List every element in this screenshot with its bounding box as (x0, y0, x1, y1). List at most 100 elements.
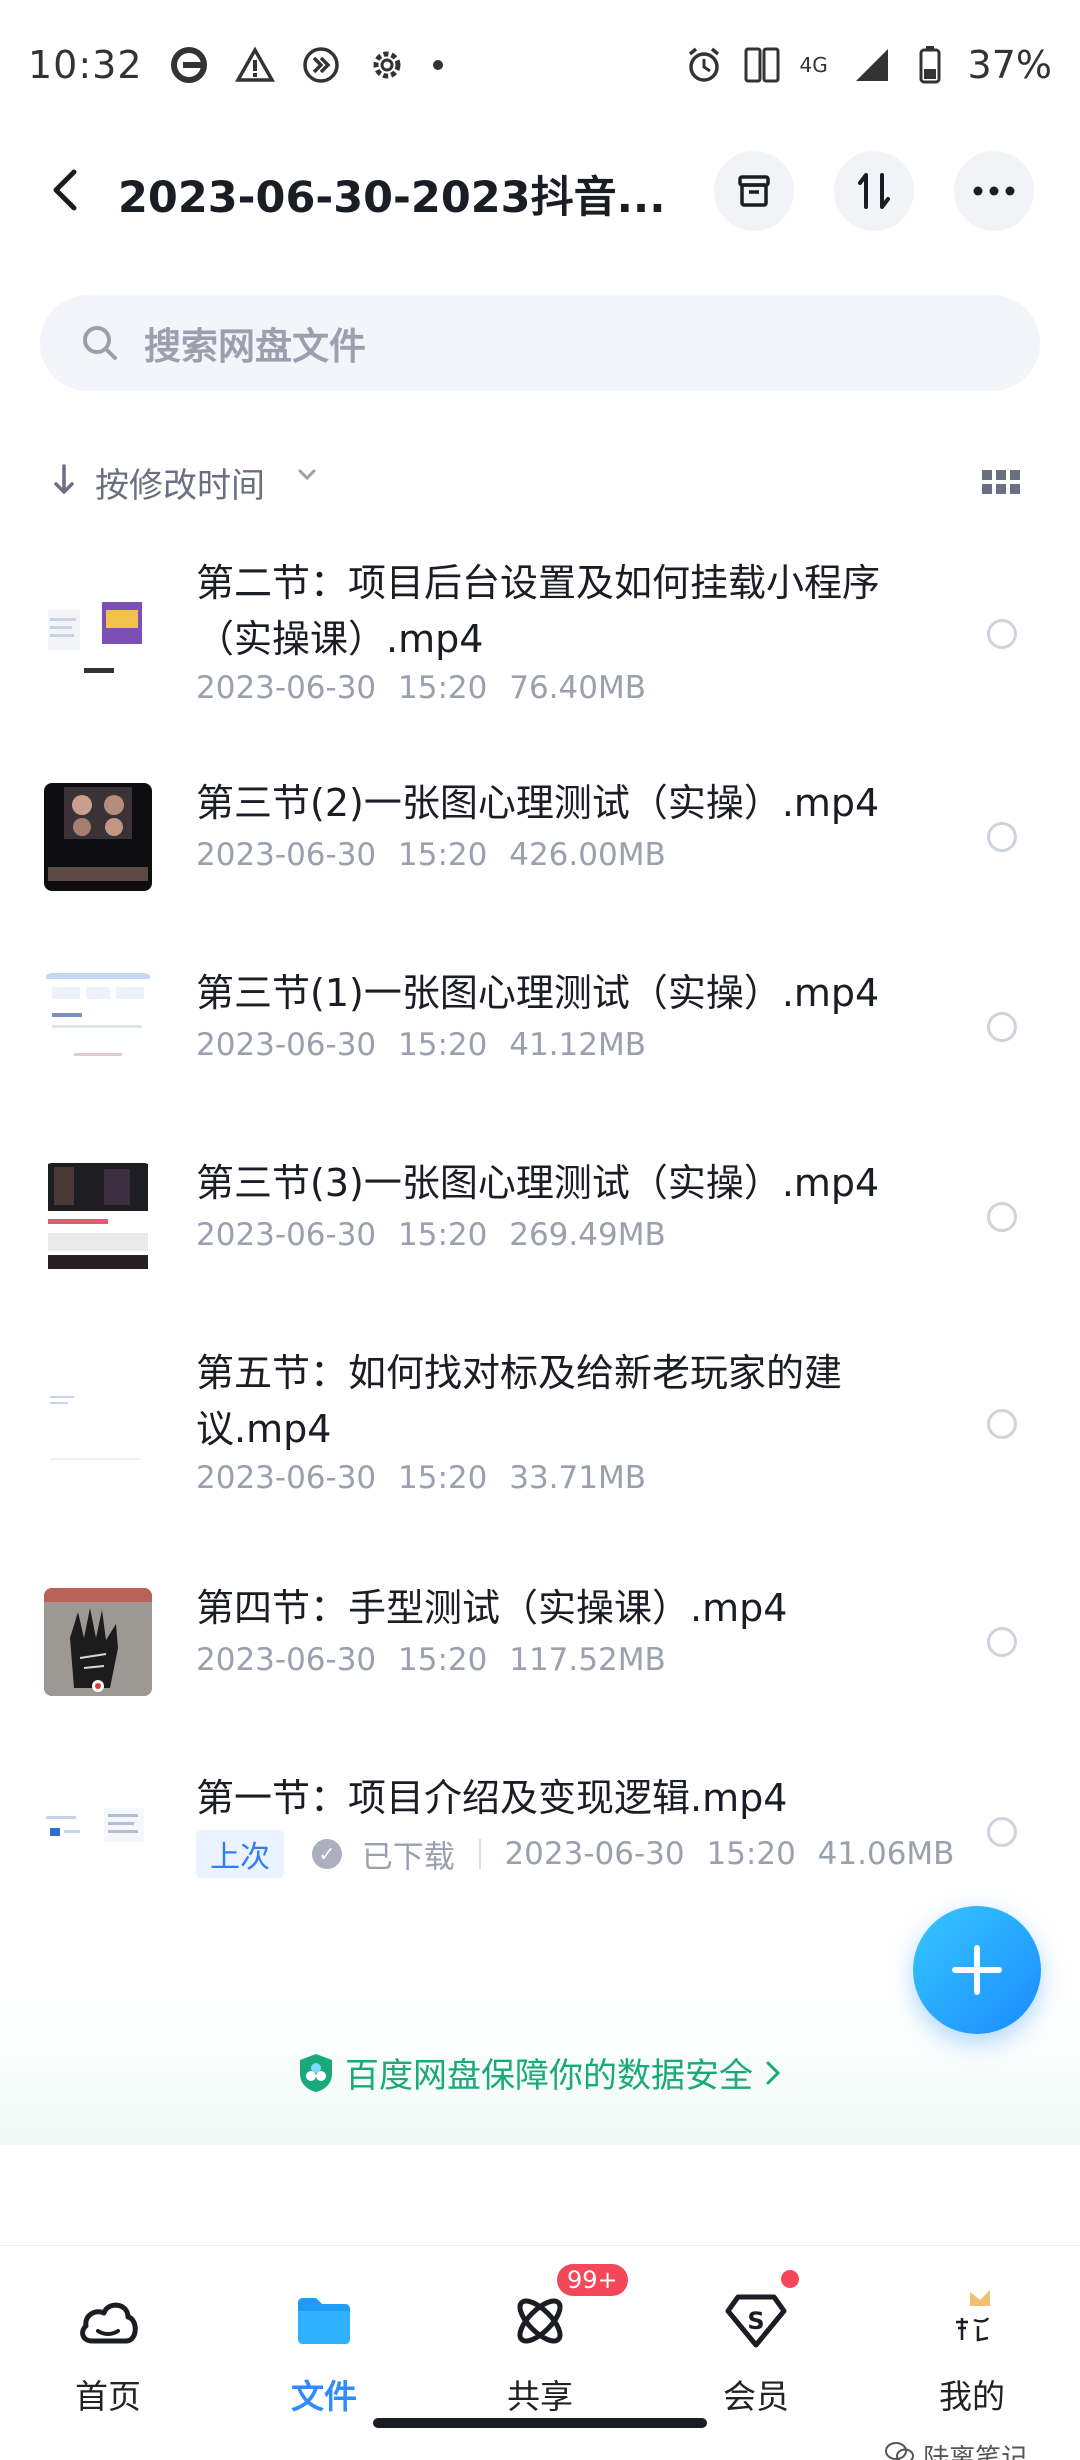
nav-home[interactable]: 首页 (33, 2286, 183, 2418)
nav-files[interactable]: 文件 (249, 2286, 399, 2418)
vip-diamond-icon: S (721, 2270, 799, 2356)
browser-e-icon (169, 45, 209, 85)
file-row[interactable]: 第一节：项目介绍及变现逻辑.mp4 上次 ✓ 已下载 2023-06-30 15… (0, 1760, 1080, 1890)
file-name: 第五节：如何找对标及给新老玩家的建议.mp4 (196, 1351, 843, 1451)
add-button[interactable] (913, 1906, 1041, 2034)
file-row[interactable]: 第三节(1)一张图心理测试（实操）.mp4 2023-06-30 15:20 4… (0, 955, 1080, 1085)
file-date: 2023-06-30 (196, 1027, 377, 1063)
file-time: 15:20 (398, 670, 488, 706)
file-time: 15:20 (706, 1836, 796, 1872)
downloaded-label: 已下载 (361, 1839, 455, 1876)
select-radio[interactable] (987, 619, 1017, 649)
sort-row: 按修改时间 (0, 450, 1080, 510)
notification-dot-icon (432, 60, 443, 70)
more-button[interactable] (954, 151, 1034, 231)
file-meta: 2023-06-30 15:20 117.52MB (196, 1642, 666, 1678)
shield-icon (300, 2053, 332, 2092)
file-date: 2023-06-30 (196, 1217, 377, 1253)
file-meta: 2023-06-30 15:20 269.49MB (196, 1217, 666, 1253)
grid-view-icon[interactable] (982, 470, 1020, 496)
meta-divider (478, 1839, 481, 1869)
file-time: 15:20 (398, 1460, 488, 1496)
folder-icon (289, 2286, 359, 2356)
file-size: 426.00MB (509, 837, 666, 873)
avatar-icon (937, 2286, 1007, 2356)
status-time: 10:32 (28, 43, 143, 87)
page-title: 2023-06-30-2023抖音... (118, 173, 666, 223)
security-banner[interactable]: 百度网盘保障你的数据安全 (0, 2048, 1080, 2103)
cloud-home-icon (73, 2286, 143, 2356)
file-time: 15:20 (398, 1642, 488, 1678)
wechat-icon (885, 2440, 915, 2460)
plus-icon (952, 1945, 1002, 1995)
file-meta: 2023-06-30 15:20 76.40MB (196, 670, 646, 706)
file-time: 15:20 (398, 1027, 488, 1063)
forward-icon (301, 45, 341, 85)
vip-red-dot (781, 2270, 799, 2288)
file-size: 41.12MB (509, 1027, 646, 1063)
file-date: 2023-06-30 (196, 670, 377, 706)
nav-vip-label: 会员 (723, 2377, 789, 2416)
file-row[interactable]: 第五节：如何找对标及给新老玩家的建议.mp4 2023-06-30 15:20 … (0, 1335, 1080, 1515)
file-size: 76.40MB (509, 670, 646, 706)
file-size: 33.71MB (509, 1460, 646, 1496)
share-badge: 99+ (557, 2264, 628, 2296)
select-radio[interactable] (987, 1202, 1017, 1232)
video-thumbnail (44, 1370, 152, 1478)
select-radio[interactable] (987, 822, 1017, 852)
file-date: 2023-06-30 (196, 1642, 377, 1678)
file-date: 2023-06-30 (196, 837, 377, 873)
file-name: 第二节：项目后台设置及如何挂载小程序（实操课）.mp4 (196, 561, 881, 661)
file-meta: 2023-06-30 15:20 33.71MB (196, 1460, 646, 1496)
nav-share-label: 共享 (507, 2377, 573, 2416)
chevron-down-icon (298, 469, 316, 481)
file-time: 15:20 (398, 1217, 488, 1253)
nav-share[interactable]: 99+ 共享 (465, 2264, 628, 2418)
file-meta: 2023-06-30 15:20 41.12MB (196, 1027, 646, 1063)
file-size: 269.49MB (509, 1217, 666, 1253)
file-size: 41.06MB (817, 1836, 955, 1872)
sort-selector[interactable]: 按修改时间 (95, 458, 265, 507)
video-thumbnail (44, 1588, 152, 1696)
home-indicator[interactable] (373, 2418, 707, 2428)
signal-icon (852, 45, 892, 85)
video-thumbnail (44, 1163, 152, 1271)
file-time: 15:20 (398, 837, 488, 873)
status-bar: 10:32 4G 37% (0, 0, 1080, 130)
file-row[interactable]: 第二节：项目后台设置及如何挂载小程序（实操课）.mp4 2023-06-30 1… (0, 545, 1080, 725)
header: 2023-06-30-2023抖音... (0, 145, 1080, 235)
video-thumbnail (44, 783, 152, 891)
search-input[interactable]: 搜索网盘文件 (40, 295, 1040, 391)
file-row[interactable]: 第三节(3)一张图心理测试（实操）.mp4 2023-06-30 15:20 2… (0, 1145, 1080, 1275)
sort-arrow-down-icon (54, 464, 74, 494)
security-text: 百度网盘保障你的数据安全 (345, 2056, 753, 2096)
select-radio[interactable] (987, 1409, 1017, 1439)
select-radio[interactable] (987, 1817, 1017, 1847)
more-dots-icon (973, 186, 1015, 196)
file-row[interactable]: 第三节(2)一张图心理测试（实操）.mp4 2023-06-30 15:20 4… (0, 765, 1080, 895)
alarm-icon (684, 45, 724, 85)
file-name: 第三节(1)一张图心理测试（实操）.mp4 (196, 971, 880, 1015)
watermark: 陆离笔记 (885, 2438, 1027, 2460)
transfer-button[interactable] (834, 151, 914, 231)
video-thumbnail (44, 1778, 152, 1886)
nav-vip[interactable]: S 会员 (681, 2270, 831, 2418)
downloaded-check-icon: ✓ (311, 1839, 342, 1869)
share-atom-icon: 99+ (505, 2264, 628, 2356)
file-row[interactable]: 第四节：手型测试（实操课）.mp4 2023-06-30 15:20 117.5… (0, 1570, 1080, 1700)
file-date: 2023-06-30 (504, 1836, 685, 1872)
svg-text:S: S (747, 2307, 764, 2335)
nav-me-label: 我的 (939, 2377, 1005, 2416)
nav-me[interactable]: 我的 (897, 2286, 1047, 2418)
back-button[interactable] (40, 165, 90, 215)
chevron-left-icon (53, 169, 77, 211)
archive-button[interactable] (714, 151, 794, 231)
file-name: 第四节：手型测试（实操课）.mp4 (196, 1586, 788, 1630)
select-radio[interactable] (987, 1012, 1017, 1042)
search-icon (83, 326, 117, 360)
file-name: 第三节(3)一张图心理测试（实操）.mp4 (196, 1161, 880, 1205)
select-radio[interactable] (987, 1627, 1017, 1657)
file-date: 2023-06-30 (196, 1460, 377, 1496)
nav-home-label: 首页 (75, 2377, 141, 2416)
file-name: 第一节：项目介绍及变现逻辑.mp4 (196, 1776, 788, 1820)
